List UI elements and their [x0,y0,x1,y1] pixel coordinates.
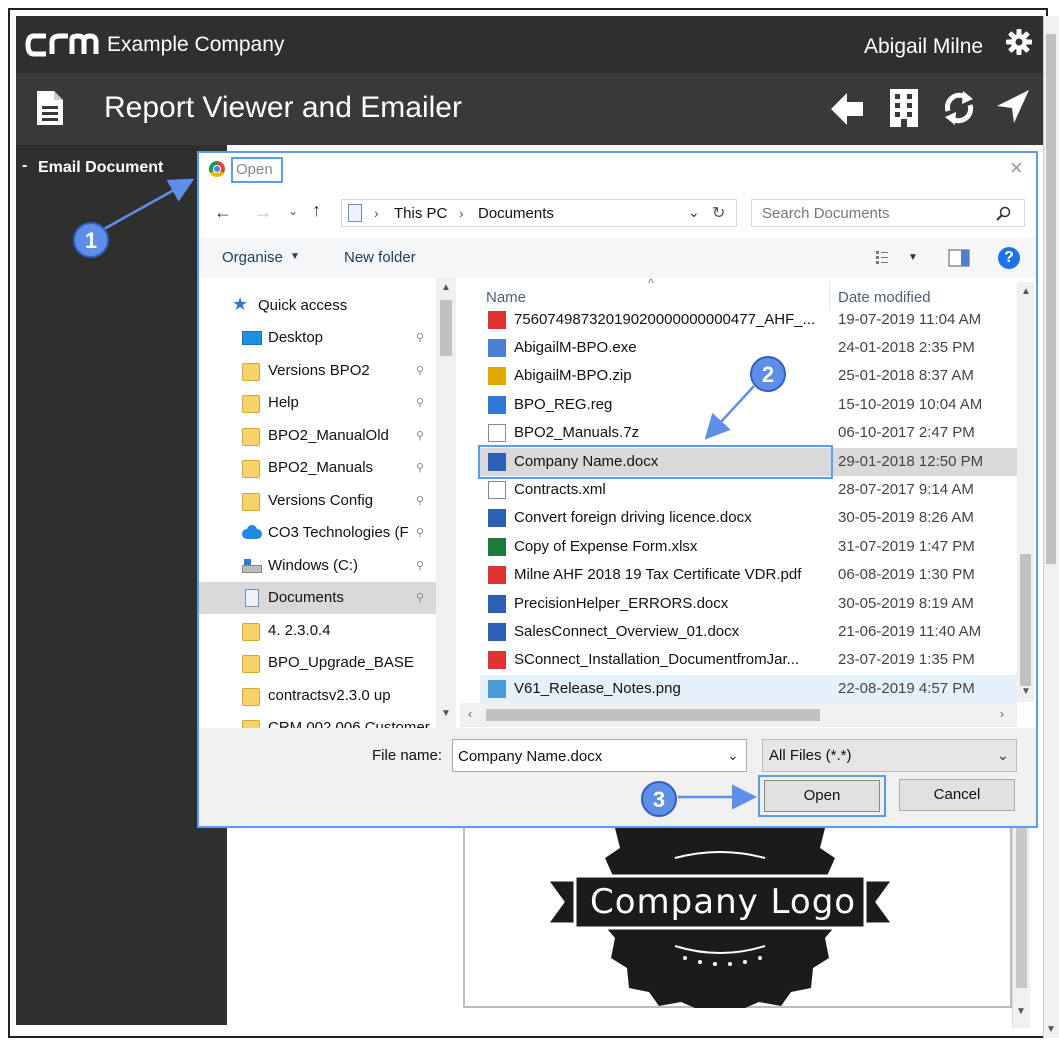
callout-arrows [103,178,757,810]
callout-1: 1 [73,222,109,258]
callout-2: 2 [750,356,786,392]
callout-3: 3 [641,781,677,817]
callout-2-arrow [704,385,755,440]
callout-1-arrow [103,178,195,231]
